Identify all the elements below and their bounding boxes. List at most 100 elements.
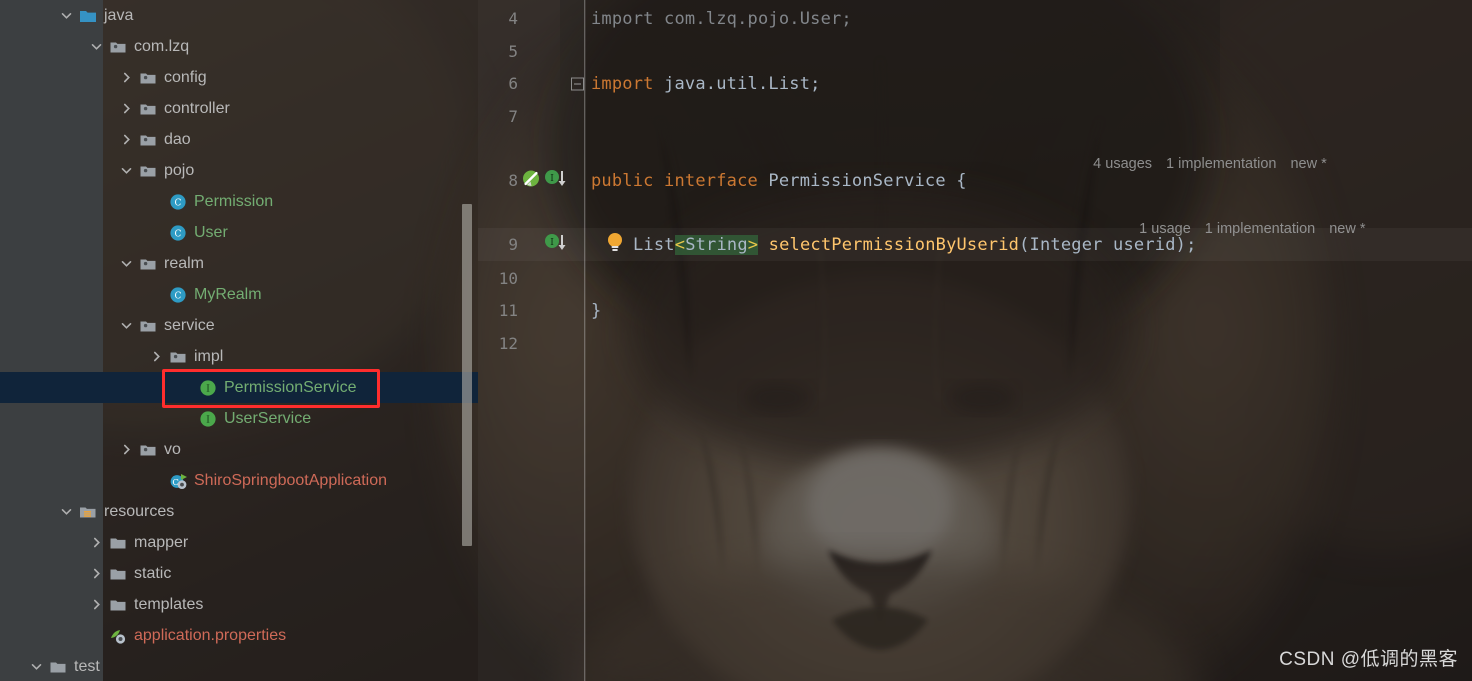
chevron-right-icon[interactable] [120,443,133,456]
java-class-icon: C [169,286,187,304]
chevron-right-icon[interactable] [90,598,103,611]
code-line[interactable]: 5 [478,35,1472,68]
tree-item-impl[interactable]: impl [0,341,478,372]
code-line[interactable]: 8 I public interface PermissionService { [478,164,1472,197]
tree-item-label: pojo [164,161,195,179]
java-class-icon: C [169,224,187,242]
source-root-folder-icon [79,7,97,25]
tree-item-label: realm [164,254,205,272]
intention-bulb-icon[interactable] [606,232,624,258]
line-number: 8 [508,171,518,190]
chevron-down-icon[interactable] [60,9,73,22]
code-text: public interface PermissionService { [591,171,967,191]
spring-properties-icon [109,627,127,645]
chevron-down-icon[interactable] [120,257,133,270]
package-folder-icon [139,317,157,335]
chevron-down-icon[interactable] [90,40,103,53]
watermark-text: CSDN @低调的黑客 [1279,649,1458,670]
chevron-right-icon[interactable] [120,102,133,115]
tree-item-pojo[interactable]: pojo [0,155,478,186]
code-line[interactable]: 4 import com.lzq.pojo.User; [478,2,1472,35]
chevron-right-icon[interactable] [120,133,133,146]
code-line-current[interactable]: 9 I List<String> selectPermissionByUseri… [478,228,1472,261]
tree-item-permissionservice[interactable]: I PermissionService [0,372,478,403]
code-token: import com.lzq.pojo.User; [591,8,852,29]
tree-item-shirospringbootapplication[interactable]: C ShiroSpringbootApplication [0,465,478,496]
tree-item-test[interactable]: test [0,651,478,681]
code-line[interactable]: 6 import java.util.List; [478,67,1472,100]
ide-window: 4 import com.lzq.pojo.User; 5 6 import j… [0,0,1472,681]
tree-item-user[interactable]: C User [0,217,478,248]
chevron-down-icon[interactable] [120,164,133,177]
package-folder-icon [139,441,157,459]
tree-item-label: config [164,68,207,86]
tree-item-templates[interactable]: templates [0,589,478,620]
package-folder-icon [139,162,157,180]
tree-item-resources[interactable]: resources [0,496,478,527]
spring-bean-gutter-icon[interactable] [522,169,541,192]
code-token-method: selectPermissionByUserid [768,234,1020,255]
package-folder-icon [139,131,157,149]
implemented-by-gutter-icon[interactable]: I [544,169,568,193]
tree-item-myrealm[interactable]: C MyRealm [0,279,478,310]
chevron-down-icon[interactable] [120,319,133,332]
code-token-keyword: interface [664,170,769,191]
tree-item-permission[interactable]: C Permission [0,186,478,217]
project-tree[interactable]: java com.lzq config controller dao pojo C Permi… [0,0,478,681]
code-text: import com.lzq.pojo.User; [591,9,852,29]
code-token-brace: { [945,170,967,191]
spring-boot-application-icon: C [169,472,187,490]
code-token-text: java.util.List; [653,73,821,94]
plain-folder-icon [49,658,67,676]
code-fold-marker[interactable] [571,77,584,90]
tree-item-service[interactable]: service [0,310,478,341]
code-line[interactable]: 7 [478,100,1472,133]
tree-item-config[interactable]: config [0,62,478,93]
code-token-keyword: import [591,73,654,94]
tree-item-vo[interactable]: vo [0,434,478,465]
tree-item-label: PermissionService [224,378,357,396]
tree-item-application-properties[interactable]: application.properties [0,620,478,651]
svg-text:C: C [175,229,182,239]
tree-item-label: impl [194,347,224,365]
chevron-right-icon[interactable] [90,536,103,549]
code-text: import java.util.List; [591,74,821,94]
code-token-brace: } [591,300,602,321]
tree-item-userservice[interactable]: I UserService [0,403,478,434]
code-line[interactable]: 12 [478,327,1472,360]
code-token-modifier: public [591,170,665,191]
tree-item-mapper[interactable]: mapper [0,527,478,558]
tree-item-label: MyRealm [194,285,262,303]
code-line[interactable]: 11 } [478,294,1472,327]
line-number: 7 [508,107,518,126]
chevron-right-icon[interactable] [150,350,163,363]
package-folder-icon [139,100,157,118]
package-folder-icon [169,348,187,366]
tree-item-controller[interactable]: controller [0,93,478,124]
chevron-right-icon[interactable] [90,567,103,580]
java-interface-icon: I [199,410,217,428]
project-tree-scrollbar[interactable] [462,204,472,546]
package-folder-icon [109,38,127,56]
line-number: 5 [508,42,518,61]
project-tool-window[interactable]: java com.lzq config controller dao pojo C Permi… [0,0,478,681]
line-number: 10 [498,269,518,288]
tree-item-java[interactable]: java [0,0,478,31]
code-line[interactable]: 10 [478,262,1472,295]
chevron-down-icon[interactable] [30,660,43,673]
tree-item-label: static [134,564,172,582]
tree-item-realm[interactable]: realm [0,248,478,279]
plain-folder-icon [109,596,127,614]
tree-item-com-lzq[interactable]: com.lzq [0,31,478,62]
chevron-down-icon[interactable] [60,505,73,518]
tree-item-dao[interactable]: dao [0,124,478,155]
chevron-right-icon[interactable] [120,71,133,84]
implemented-by-gutter-icon[interactable]: I [544,233,568,257]
tree-item-label: java [104,6,134,24]
line-number: 11 [498,301,518,320]
svg-text:C: C [172,478,179,488]
tree-item-label: service [164,316,215,334]
tree-item-static[interactable]: static [0,558,478,589]
code-editor[interactable]: 4 import com.lzq.pojo.User; 5 6 import j… [478,0,1472,681]
svg-text:I: I [206,415,210,425]
